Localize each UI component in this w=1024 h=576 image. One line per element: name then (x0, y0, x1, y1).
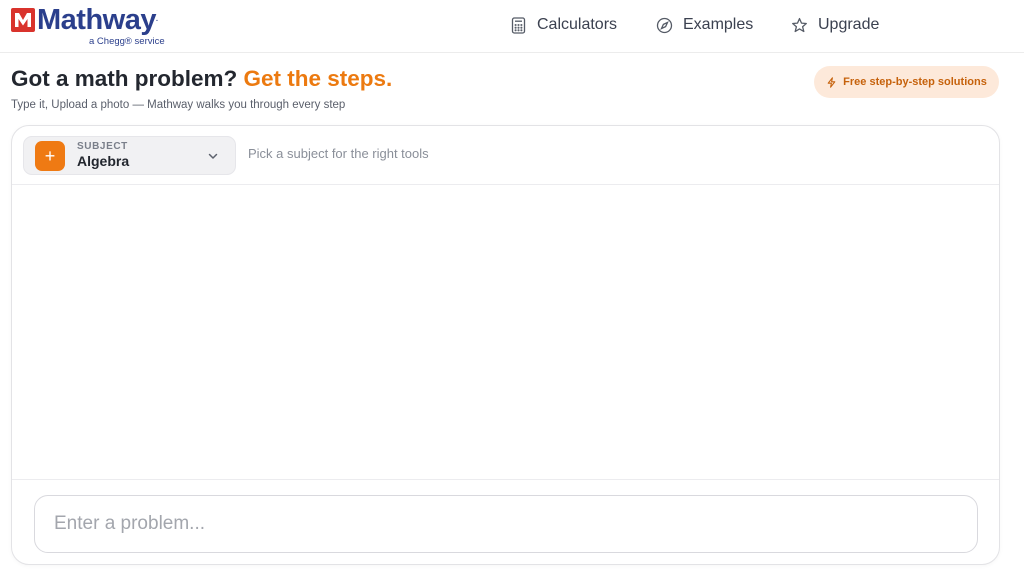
problem-input[interactable] (34, 495, 978, 553)
problem-editor-panel: + SUBJECT Algebra Pick a subject for the… (11, 125, 1000, 565)
free-steps-label: Free step-by-step solutions (843, 76, 987, 88)
nav-upgrade-label: Upgrade (818, 16, 880, 33)
star-icon (792, 17, 807, 32)
logo-wordmark: Mathway. (37, 4, 158, 36)
editor-toolbar: + SUBJECT Algebra Pick a subject for the… (12, 126, 999, 185)
chevron-down-icon (208, 153, 218, 159)
subject-caption: SUBJECT (77, 141, 128, 152)
nav-calculators[interactable]: Calculators (510, 14, 617, 36)
free-steps-badge[interactable]: Free step-by-step solutions (814, 66, 999, 98)
nav-examples[interactable]: Examples (656, 14, 753, 36)
top-bar: Mathway. a Chegg® service Calculators Ex… (0, 0, 1024, 53)
subject-selector[interactable]: + SUBJECT Algebra (23, 136, 236, 175)
mathway-logo-mark-icon (11, 8, 35, 32)
lightning-icon (827, 76, 836, 88)
nav-calculators-label: Calculators (537, 16, 618, 33)
nav-examples-label: Examples (683, 16, 754, 33)
editor-input-area (12, 479, 999, 565)
solution-workspace (12, 185, 999, 479)
calculator-icon (511, 16, 526, 34)
subject-value: Algebra (77, 153, 130, 169)
subject-hint: Pick a subject for the right tools (248, 146, 429, 161)
page-subtitle: Type it, Upload a photo — Mathway walks … (11, 99, 346, 111)
logo-tagline: a Chegg® service (89, 36, 165, 47)
compass-icon (656, 17, 673, 33)
headline-accent-text: Get the steps. (243, 66, 393, 91)
nav-upgrade[interactable]: Upgrade (791, 14, 879, 36)
page-headline: Got a math problem? Get the steps. (11, 66, 392, 92)
plus-icon: + (35, 141, 65, 171)
headline-text: Got a math problem? (11, 66, 244, 91)
mathway-logo[interactable]: Mathway. a Chegg® service (11, 4, 181, 47)
